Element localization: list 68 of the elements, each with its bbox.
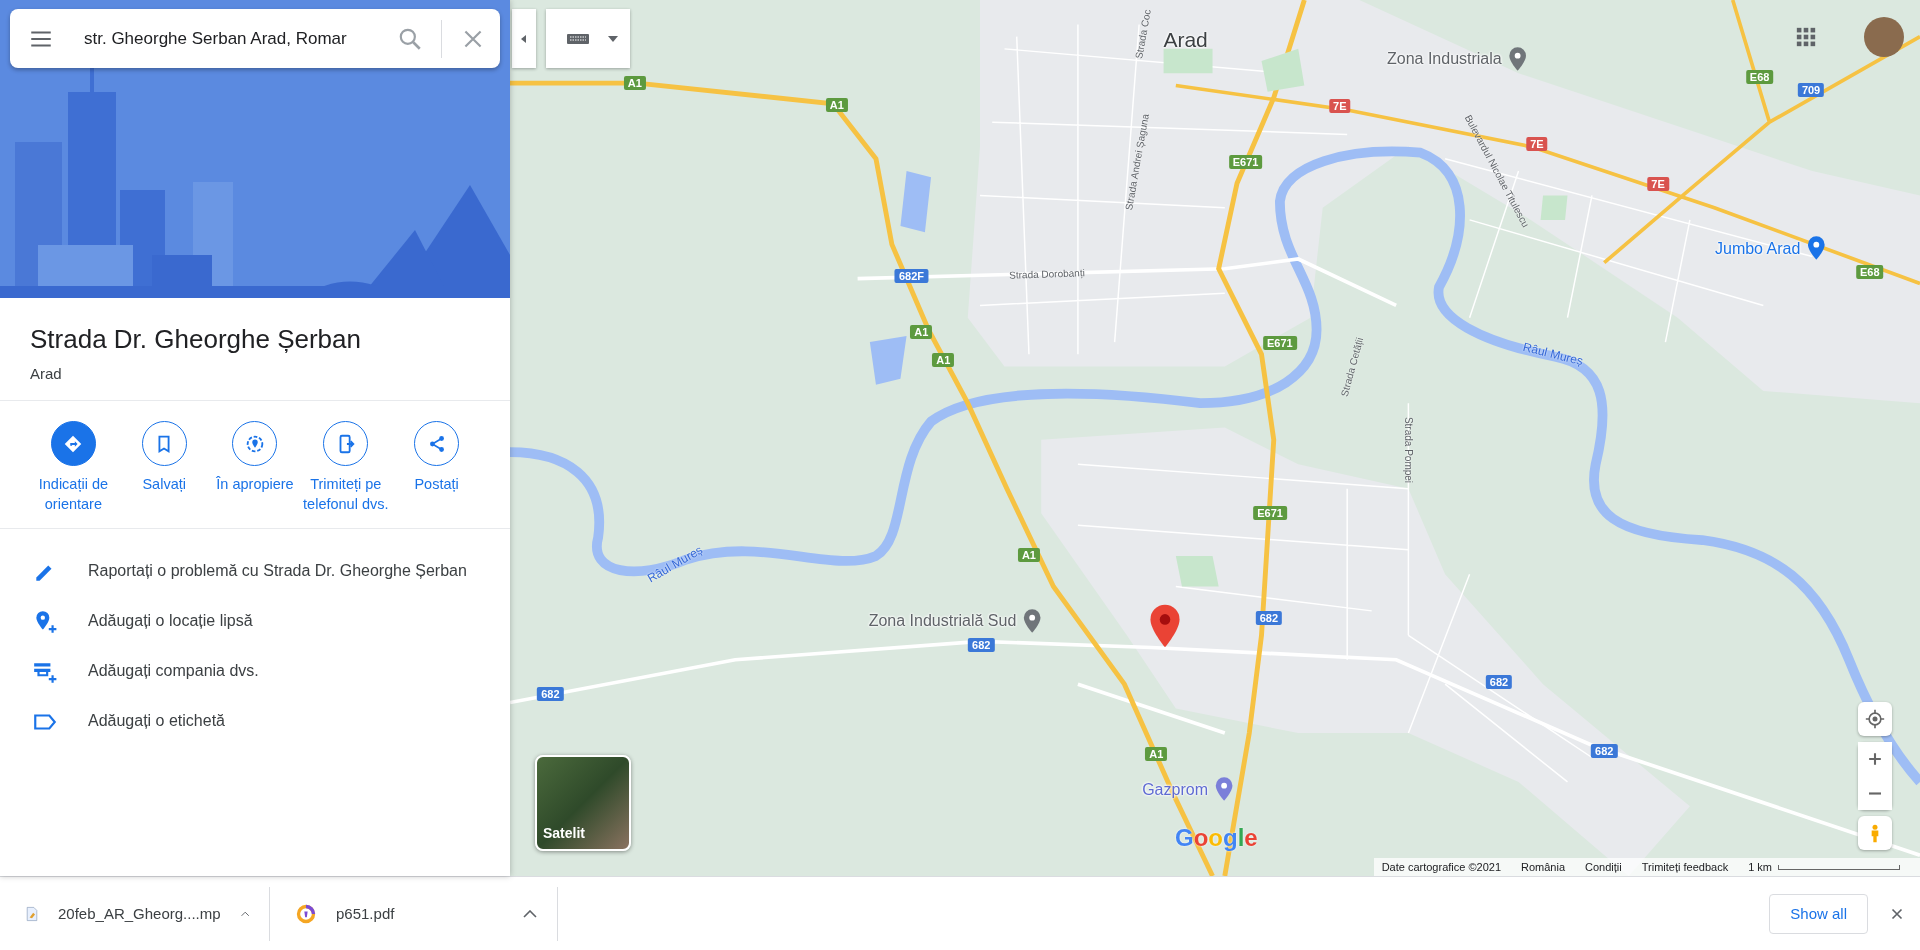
action-nearby-button[interactable] [232,421,278,466]
action-save-button[interactable] [141,421,187,466]
river-label: Râul Mureș [1521,340,1585,369]
road-shield: A1 [623,76,646,91]
road-shield: A1 [932,353,955,368]
panel-link[interactable]: Adăugați o etichetă [88,709,225,733]
zoom-out-button[interactable] [1858,776,1892,810]
action-label-link[interactable]: Indicații de orientare [28,474,119,514]
location-pin-icon[interactable] [1148,603,1181,649]
road-shield: A1 [910,325,933,340]
satellite-layer-button[interactable]: Satelit [535,755,631,851]
place-label[interactable]: Zona Industrială Sud [868,611,1017,630]
road-shield: 682F [894,269,928,284]
street-label: Strada Dorobanți [1009,266,1086,281]
action-directions-button[interactable] [50,421,96,466]
attribution-link[interactable]: Condiții [1585,861,1622,873]
place-subtitle: Arad [30,365,63,382]
keyboard-icon[interactable] [566,31,590,46]
caret-left-icon [519,33,529,44]
place-label[interactable]: Jumbo Arad [1715,239,1801,257]
panel-link[interactable]: Raportați o problemă cu Strada Dr. Gheorghe Șerban [88,559,467,583]
road-shield: 7E [1647,177,1669,192]
search-field[interactable]: str. Gheorghe Serban Arad, Romar [66,28,385,49]
road-shield: 682 [1255,611,1282,626]
my-location-button[interactable] [1858,702,1892,736]
street-label: Strada Andrei Șaguna [1122,113,1151,212]
place-label[interactable]: Zona Industriala [1387,49,1502,68]
place-title: Strada Dr. Gheorghe Șerban [30,324,362,355]
attribution-link[interactable]: România [1521,861,1566,873]
action-share-button[interactable] [414,421,460,466]
road-shield: 709 [1797,83,1825,98]
road-shield: E671 [1263,336,1297,351]
road-shield: E671 [1253,506,1287,521]
road-shield: E671 [1228,155,1263,170]
pdf-reader-icon [296,902,316,925]
zoom-in-button[interactable] [1858,742,1892,776]
map-data-credit: Date cartografice ©2021 [1381,861,1502,873]
street-label: Strada Coc [1133,8,1153,60]
minus-icon [1869,791,1881,795]
road-shield: 682 [968,638,995,653]
action-label-link[interactable]: În apropiere [216,474,294,494]
road-shield: A1 [825,98,848,113]
panel-link[interactable]: Adăugați compania dvs. [88,659,259,683]
panel-link[interactable]: Adăugați o locație lipsă [88,609,253,633]
action-phone-button[interactable] [323,421,369,466]
download-file-name[interactable]: p651.pdf [336,905,503,922]
action-label-link[interactable]: Salvați [142,474,186,494]
map-pin-icon[interactable] [1507,46,1528,72]
street-label: Strada Cetății [1338,335,1366,398]
chevron-up-icon[interactable] [523,909,537,918]
road-shield: 7E [1526,137,1548,152]
attribution-link[interactable]: Trimiteți feedback [1641,861,1729,873]
road-shield: 7E [1329,99,1351,114]
road-shield: E68 [1856,265,1884,280]
crosshair-icon [1865,709,1885,729]
map-pin-icon[interactable] [1022,608,1043,634]
river-label: Râul Mureș [645,543,706,586]
dropdown-caret-icon[interactable] [608,35,618,42]
scale-label: 1 km [1748,861,1772,873]
road-shield: 682 [1591,744,1618,759]
action-label-link[interactable]: Postați [414,474,459,494]
download-file-name[interactable]: 20feb_AR_Gheorg....mp [58,905,221,922]
show-all-button[interactable]: Show all [1769,893,1868,934]
street-label: Strada Pompei [1402,416,1414,483]
chevron-up-icon[interactable] [240,909,249,918]
place-label[interactable]: Arad [1163,28,1208,53]
action-label-link[interactable]: Trimiteți pe telefonul dvs. [300,474,392,514]
apps-grid-icon[interactable] [1795,26,1817,48]
